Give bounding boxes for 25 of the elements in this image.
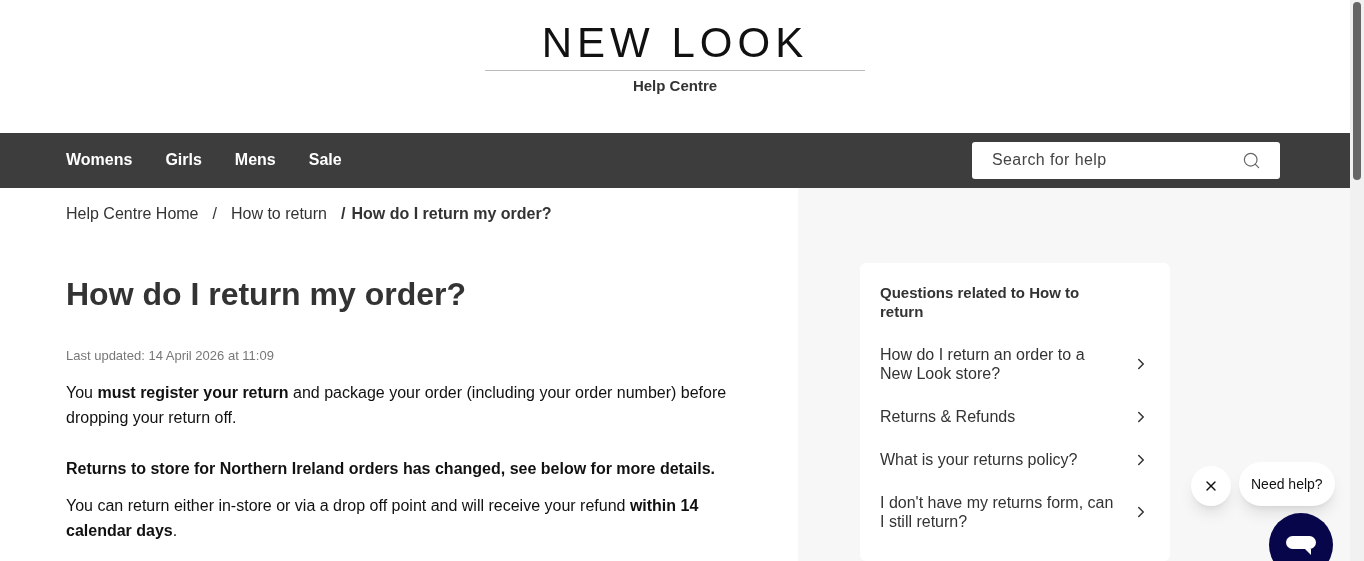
breadcrumb-separator: / (341, 204, 346, 224)
article-title: How do I return my order? (66, 275, 468, 314)
breadcrumb-separator: / (212, 204, 217, 224)
nav-link[interactable]: Womens (66, 148, 133, 173)
search-icon[interactable] (1242, 150, 1261, 170)
search-field[interactable]: Search for help (972, 141, 1280, 179)
related-link[interactable]: I don't have my returns form, can I still return? (880, 493, 1150, 531)
logo[interactable]: NEW LOOK (541, 20, 809, 66)
related-link[interactable]: What is your returns policy? (880, 450, 1150, 469)
article-paragraph: You must register your return and package your order (including your order number) before dropping your return off. (66, 382, 728, 428)
header-subtitle: Help Centre (632, 76, 718, 96)
chat-prompt[interactable]: Need help? (1239, 462, 1335, 506)
breadcrumb-link[interactable]: Help Centre Home (66, 202, 199, 226)
related-link[interactable]: Returns & Refunds (880, 407, 1150, 426)
last-updated: Last updated: 14 April 2026 at 11:09 (66, 347, 275, 365)
article-paragraph: Returns to store for Northern Ireland orders has changed, see below for more details. (66, 458, 717, 479)
nav-link[interactable]: Mens (234, 148, 276, 173)
breadcrumb-current: How do I return my order? (351, 204, 552, 224)
nav-link[interactable]: Sale (308, 148, 342, 173)
chat-bubble-icon (1285, 535, 1317, 557)
breadcrumb-link[interactable]: How to return (230, 202, 327, 226)
nav-link[interactable]: Girls (165, 148, 202, 173)
article-paragraph: You can return either in-store or via a drop off point and will receive your refund within 14 calendar days. (66, 495, 700, 541)
related-link[interactable]: How do I return an order to a New Look store? (880, 345, 1150, 383)
related-title: Questions related to How to return (880, 283, 1081, 321)
